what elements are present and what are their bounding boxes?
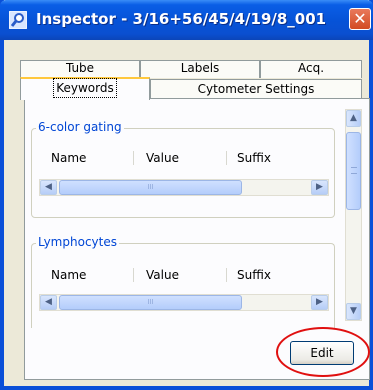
tab-cytometer-settings[interactable]: Cytometer Settings — [150, 79, 362, 99]
column-header-suffix[interactable]: Suffix — [237, 266, 271, 284]
magnifier-icon — [9, 11, 27, 29]
tab-label: Labels — [180, 61, 220, 75]
scroll-left-button[interactable]: ◀ — [40, 180, 57, 195]
scroll-right-button[interactable]: ▶ — [311, 180, 328, 195]
table-header: Name Value Suffix — [39, 266, 329, 284]
scrollbar-thumb[interactable]: III — [59, 180, 242, 195]
column-divider[interactable] — [226, 268, 227, 282]
tab-label: Cytometer Settings — [197, 82, 315, 96]
scrollbar-thumb[interactable]: III — [59, 295, 242, 310]
arrow-right-icon: ▶ — [316, 182, 323, 192]
column-divider[interactable] — [133, 151, 134, 165]
scrollbar-thumb[interactable] — [346, 132, 361, 210]
close-icon: ✕ — [353, 9, 367, 28]
column-header-suffix[interactable]: Suffix — [237, 149, 271, 167]
arrow-right-icon: ▶ — [316, 297, 323, 307]
tab-keywords[interactable]: Keywords — [20, 77, 150, 100]
grip-icon: III — [147, 298, 154, 306]
arrow-left-icon: ◀ — [45, 297, 52, 307]
tab-label: Keywords — [53, 78, 117, 98]
scroll-right-button[interactable]: ▶ — [311, 295, 328, 310]
horizontal-scrollbar[interactable]: ◀ III ▶ — [39, 179, 329, 196]
window-title: Inspector - 3/16+56/45/4/19/8_001 — [36, 10, 327, 28]
tab-labels[interactable]: Labels — [140, 60, 260, 78]
grip-icon — [351, 167, 357, 174]
tab-label: Tube — [65, 61, 95, 75]
column-header-value[interactable]: Value — [146, 266, 179, 284]
tab-acq[interactable]: Acq. — [260, 60, 362, 78]
arrow-up-icon: ▲ — [350, 113, 357, 123]
table-header: Name Value Suffix — [39, 149, 329, 167]
grip-icon: III — [147, 183, 154, 191]
title-bar[interactable]: Inspector - 3/16+56/45/4/19/8_001 ✕ — [0, 0, 373, 40]
arrow-down-icon: ▼ — [350, 306, 357, 316]
tab-tube[interactable]: Tube — [20, 60, 140, 78]
column-header-name[interactable]: Name — [51, 149, 86, 167]
highlight-circle — [276, 327, 370, 377]
arrow-left-icon: ◀ — [45, 182, 52, 192]
column-divider[interactable] — [133, 268, 134, 282]
scroll-down-button[interactable]: ▼ — [346, 303, 361, 320]
group-title: 6-color gating — [36, 120, 124, 134]
horizontal-scrollbar[interactable]: ◀ III ▶ — [39, 294, 329, 311]
vertical-scrollbar[interactable]: ▲ ▼ — [345, 109, 362, 321]
column-header-name[interactable]: Name — [51, 266, 86, 284]
group-title: Lymphocytes — [36, 235, 119, 249]
keyword-group: Lymphocytes Name Value Suffix ◀ III ▶ — [31, 235, 335, 328]
keyword-group: 6-color gating Name Value Suffix ◀ III ▶ — [31, 120, 335, 218]
inspector-window: Inspector - 3/16+56/45/4/19/8_001 ✕ Tube… — [0, 0, 373, 390]
tab-label: Acq. — [297, 61, 325, 75]
close-button[interactable]: ✕ — [349, 8, 371, 30]
column-header-value[interactable]: Value — [146, 149, 179, 167]
scroll-left-button[interactable]: ◀ — [40, 295, 57, 310]
scroll-up-button[interactable]: ▲ — [346, 110, 361, 127]
column-divider[interactable] — [226, 151, 227, 165]
